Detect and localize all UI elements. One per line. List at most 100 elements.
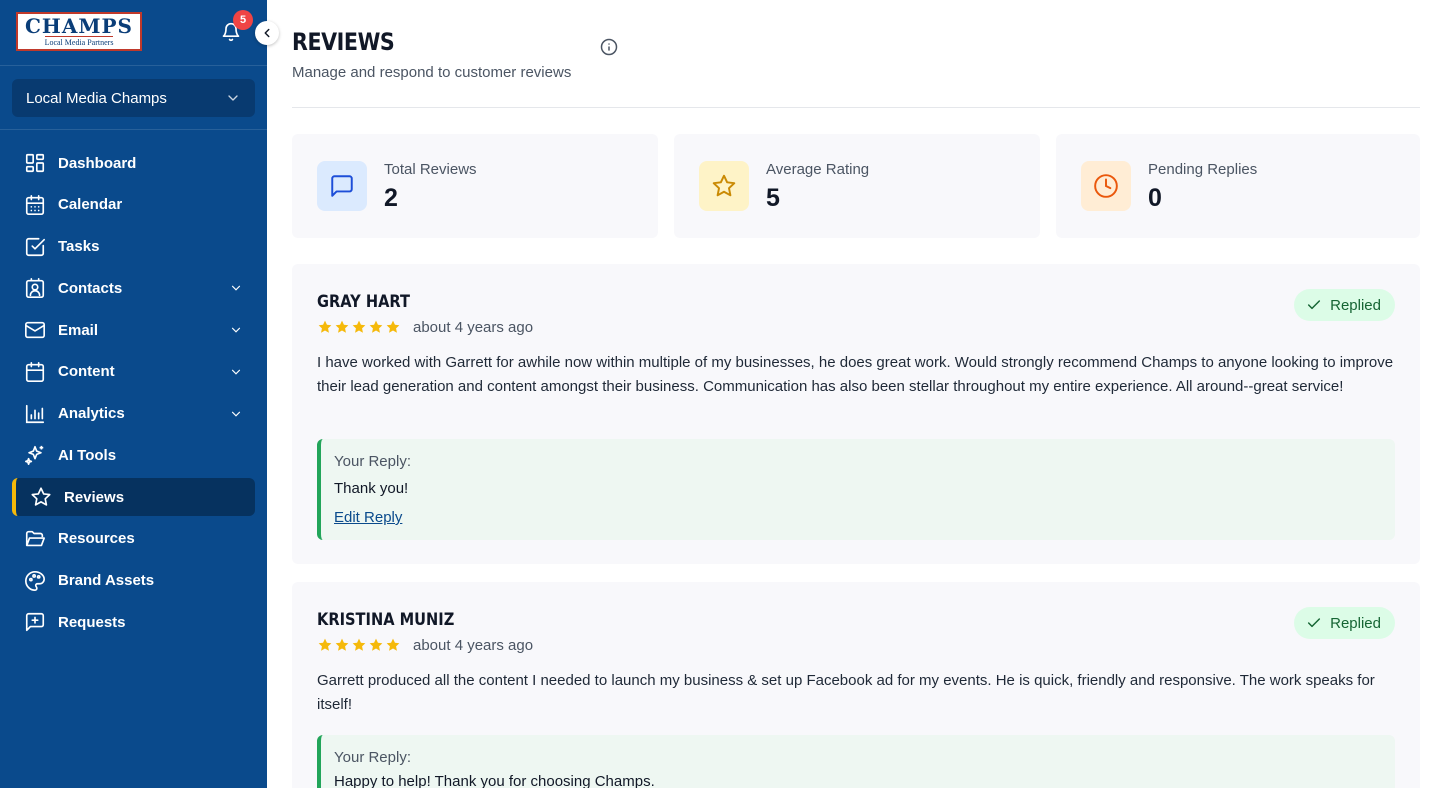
notification-badge: 5 (233, 10, 253, 30)
sidebar-item-dashboard[interactable]: Dashboard (12, 144, 255, 182)
status-badge-label: Replied (1330, 296, 1381, 314)
stat-icon-wrap (699, 161, 749, 211)
star-filled-icon (386, 638, 400, 651)
stat-label: Pending Replies (1148, 161, 1258, 178)
stat-card-pending-replies: Pending Replies 0 (1056, 134, 1420, 238)
sidebar-item-label: Email (58, 321, 99, 339)
reviewer-name: GRAY HART (317, 292, 410, 312)
star-icon (712, 174, 736, 197)
stat-card-average-rating: Average Rating 5 (674, 134, 1040, 238)
sidebar-item-calendar[interactable]: Calendar (12, 186, 255, 224)
brand-logo[interactable]: CHAMPS Local Media Partners (16, 12, 142, 51)
sidebar-item-content[interactable]: Content (12, 353, 255, 391)
reply-box: Your Reply: Happy to help! Thank you for… (317, 735, 1395, 788)
star-filled-icon (352, 638, 366, 651)
star-icon (31, 487, 51, 506)
chevron-down-icon (228, 95, 238, 101)
star-filled-icon (318, 638, 332, 651)
sidebar-item-resources[interactable]: Resources (12, 520, 255, 558)
sidebar-nav: Dashboard Calendar Tasks Contacts Email … (0, 130, 267, 641)
calendar-icon (25, 361, 45, 382)
folder-open-icon (25, 530, 45, 546)
sidebar-item-label: Dashboard (58, 154, 137, 172)
dashboard-icon (25, 153, 45, 173)
sidebar-item-reviews[interactable]: Reviews (12, 478, 255, 516)
sidebar-item-label: Content (58, 363, 115, 381)
stat-label: Total Reviews (384, 161, 477, 178)
org-selector[interactable]: Local Media Champs (12, 79, 255, 117)
review-time: about 4 years ago (413, 319, 534, 336)
logo-main-text: CHAMPS (25, 14, 133, 38)
reply-label: Your Reply: (334, 453, 411, 470)
check-icon (1308, 300, 1321, 310)
org-selector-wrap: Local Media Champs (0, 66, 267, 130)
star-filled-icon (369, 320, 383, 333)
reply-text: Thank you! (334, 480, 409, 497)
stat-value: 0 (1148, 184, 1162, 212)
star-rating (317, 319, 401, 335)
message-plus-icon (25, 613, 45, 632)
stat-value: 2 (384, 184, 398, 212)
star-filled-icon (369, 638, 383, 651)
sidebar-item-contacts[interactable]: Contacts (12, 269, 255, 307)
stat-label: Average Rating (766, 161, 870, 178)
review-text: I have worked with Garrett for awhile no… (317, 354, 1394, 395)
reviewer-name: KRISTINA MUNIZ (317, 610, 455, 630)
review-time: about 4 years ago (413, 637, 534, 654)
sparkles-icon (25, 446, 44, 466)
chevron-down-icon (231, 369, 241, 375)
page-subtitle: Manage and respond to customer reviews (292, 64, 572, 81)
sidebar-item-requests[interactable]: Requests (12, 603, 255, 641)
mail-icon (25, 321, 45, 339)
header-divider (292, 107, 1420, 108)
sidebar-item-label: Resources (58, 530, 135, 548)
chevron-down-icon (231, 285, 241, 291)
status-badge: Replied (1294, 289, 1395, 321)
collapse-sidebar-button[interactable] (255, 21, 279, 45)
sidebar-item-label: AI Tools (58, 446, 117, 464)
sidebar-item-label: Tasks (58, 238, 100, 255)
clock-icon (1094, 174, 1118, 198)
star-filled-icon (352, 320, 366, 333)
org-selector-label: Local Media Champs (26, 89, 167, 107)
sidebar-item-ai-tools[interactable]: AI Tools (12, 436, 255, 474)
info-icon[interactable] (600, 38, 618, 56)
stat-icon-wrap (317, 161, 367, 211)
sidebar-item-tasks[interactable]: Tasks (12, 228, 255, 266)
sidebar-item-label: Contacts (58, 279, 123, 297)
sidebar-item-label: Calendar (58, 196, 123, 214)
check-square-icon (25, 237, 45, 256)
stat-icon-wrap (1081, 161, 1131, 211)
reply-label: Your Reply: (334, 749, 411, 766)
sidebar-item-analytics[interactable]: Analytics (12, 395, 255, 433)
star-filled-icon (335, 638, 349, 651)
edit-reply-link[interactable]: Edit Reply (334, 509, 402, 526)
sidebar-item-label: Analytics (58, 405, 125, 422)
chevron-down-icon (231, 411, 241, 417)
logo-sub-text: Local Media Partners (44, 36, 114, 47)
reply-box: Your Reply: Thank you! Edit Reply (317, 439, 1395, 540)
sidebar-header: CHAMPS Local Media Partners 5 (0, 0, 267, 66)
sidebar-item-email[interactable]: Email (12, 311, 255, 349)
star-filled-icon (386, 320, 400, 333)
status-badge: Replied (1294, 607, 1395, 639)
star-rating (317, 637, 401, 653)
status-badge-label: Replied (1330, 614, 1381, 632)
sidebar-item-label: Reviews (64, 488, 125, 506)
review-card: GRAY HART about 4 years ago Replied I ha… (292, 264, 1420, 564)
star-filled-icon (335, 320, 349, 333)
stat-card-total-reviews: Total Reviews 2 (292, 134, 658, 238)
page-title: REVIEWS (292, 28, 395, 56)
sidebar-item-brand-assets[interactable]: Brand Assets (12, 562, 255, 600)
reply-text: Happy to help! Thank you for choosing Ch… (334, 773, 655, 788)
sidebar: CHAMPS Local Media Partners 5 Local Medi… (0, 0, 279, 788)
star-filled-icon (318, 320, 332, 333)
check-icon (1308, 618, 1321, 628)
review-text: Garrett produced all the content I neede… (317, 672, 1375, 713)
stat-value: 5 (766, 184, 780, 212)
review-card: KRISTINA MUNIZ about 4 years ago Replied… (292, 582, 1420, 788)
calendar-icon (25, 194, 45, 215)
message-square-icon (331, 175, 353, 197)
sidebar-item-label: Requests (58, 613, 126, 631)
bar-chart-icon (25, 404, 45, 423)
